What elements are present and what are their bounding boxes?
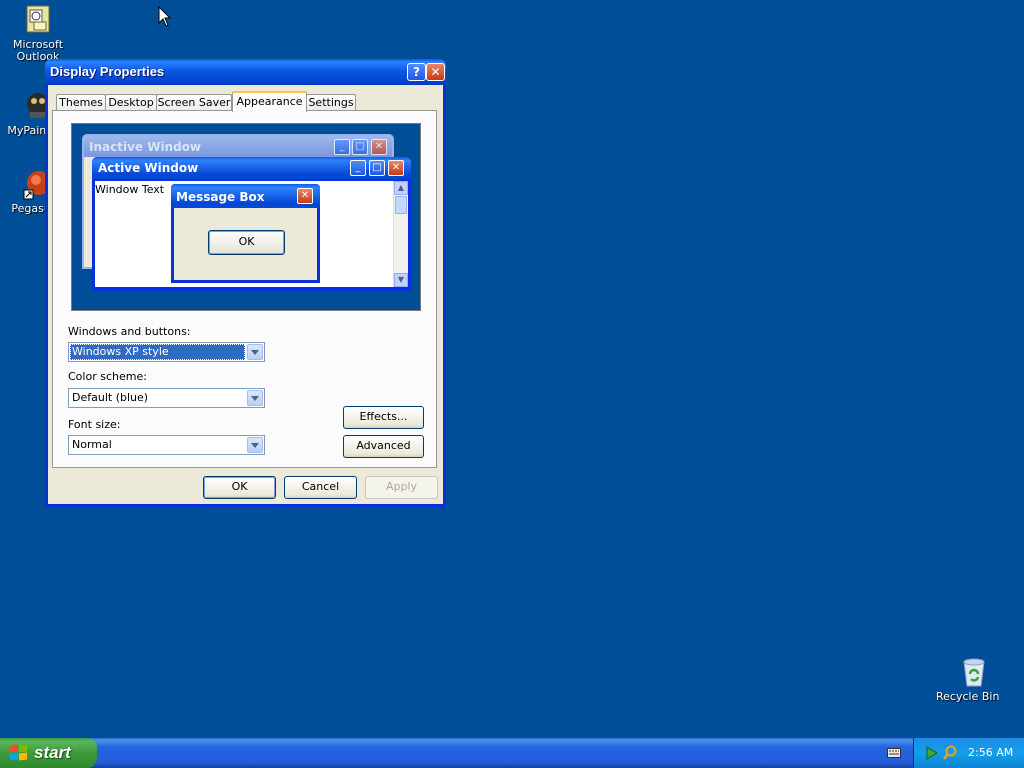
preview-ok-button: OK [208, 230, 285, 255]
apply-button[interactable]: Apply [365, 476, 438, 499]
appearance-panel: Inactive Window _ □ ✕ Active Window _ □ … [52, 110, 437, 468]
chevron-down-icon[interactable] [247, 344, 263, 360]
close-icon: ✕ [430, 65, 441, 79]
effects-button[interactable]: Effects... [343, 406, 424, 429]
tab-desktop[interactable]: Desktop [105, 94, 157, 111]
window-body: Themes Desktop Screen Saver Appearance S… [48, 85, 443, 504]
tab-screen-saver[interactable]: Screen Saver [156, 94, 232, 111]
desktop-icon-label: Recycle Bin [936, 691, 1000, 703]
minimize-icon: _ [334, 139, 350, 155]
desktop-icon-outlook[interactable]: Microsoft Outlook [0, 4, 76, 63]
search-icon[interactable] [942, 745, 958, 761]
start-button[interactable]: start [0, 738, 97, 768]
advanced-button[interactable]: Advanced [343, 435, 424, 458]
windows-buttons-label: Windows and buttons: [68, 325, 191, 338]
desktop-icon-recycle-bin[interactable]: Recycle Bin [936, 656, 1012, 703]
outlook-icon [22, 4, 54, 36]
tab-themes[interactable]: Themes [56, 94, 106, 111]
font-size-label: Font size: [68, 418, 121, 431]
appearance-preview: Inactive Window _ □ ✕ Active Window _ □ … [71, 123, 421, 311]
network-icon[interactable] [924, 745, 940, 761]
preview-message-client: OK [174, 208, 317, 280]
chevron-down-icon[interactable] [247, 437, 263, 453]
color-scheme-label: Color scheme: [68, 370, 147, 383]
ok-button[interactable]: OK [203, 476, 276, 499]
chevron-down-icon[interactable] [247, 390, 263, 406]
system-tray: 2:56 AM [913, 738, 1024, 768]
title-bar[interactable]: Display Properties ? ✕ [45, 59, 446, 85]
close-icon: ✕ [388, 160, 404, 176]
scroll-down-icon: ▼ [394, 273, 408, 287]
windows-buttons-select[interactable]: Windows XP style [68, 342, 265, 362]
scroll-up-icon: ▲ [394, 181, 408, 195]
maximize-icon: □ [369, 160, 385, 176]
font-size-select[interactable]: Normal [68, 435, 265, 455]
font-size-value: Normal [72, 438, 112, 451]
keyboard-icon[interactable] [887, 747, 901, 759]
tab-appearance[interactable]: Appearance [232, 91, 307, 112]
tab-settings[interactable]: Settings [306, 94, 356, 111]
close-icon: ✕ [371, 139, 387, 155]
scroll-thumb [395, 196, 407, 214]
clock[interactable]: 2:56 AM [968, 746, 1013, 759]
close-icon: ✕ [297, 188, 313, 204]
recycle-bin-icon [958, 656, 990, 688]
preview-window-text: Window Text [95, 183, 165, 196]
window-title: Display Properties [50, 64, 165, 79]
preview-scrollbar: ▲ ▼ [393, 181, 408, 287]
color-scheme-select[interactable]: Default (blue) [68, 388, 265, 408]
preview-message-box: Message Box ✕ OK [171, 184, 320, 283]
maximize-icon: □ [352, 139, 368, 155]
help-button[interactable]: ? [407, 63, 426, 81]
windows-buttons-value: Windows XP style [70, 344, 245, 360]
mouse-cursor-icon [158, 6, 172, 27]
help-icon: ? [413, 65, 420, 79]
cancel-button[interactable]: Cancel [284, 476, 357, 499]
windows-flag-icon [10, 744, 28, 761]
close-button[interactable]: ✕ [426, 63, 445, 81]
start-label: start [34, 743, 71, 762]
taskbar: start 2:56 AM [0, 738, 1024, 768]
minimize-icon: _ [350, 160, 366, 176]
display-properties-window[interactable]: Display Properties ? ✕ Themes Desktop Sc… [45, 59, 446, 507]
color-scheme-value: Default (blue) [72, 391, 149, 404]
